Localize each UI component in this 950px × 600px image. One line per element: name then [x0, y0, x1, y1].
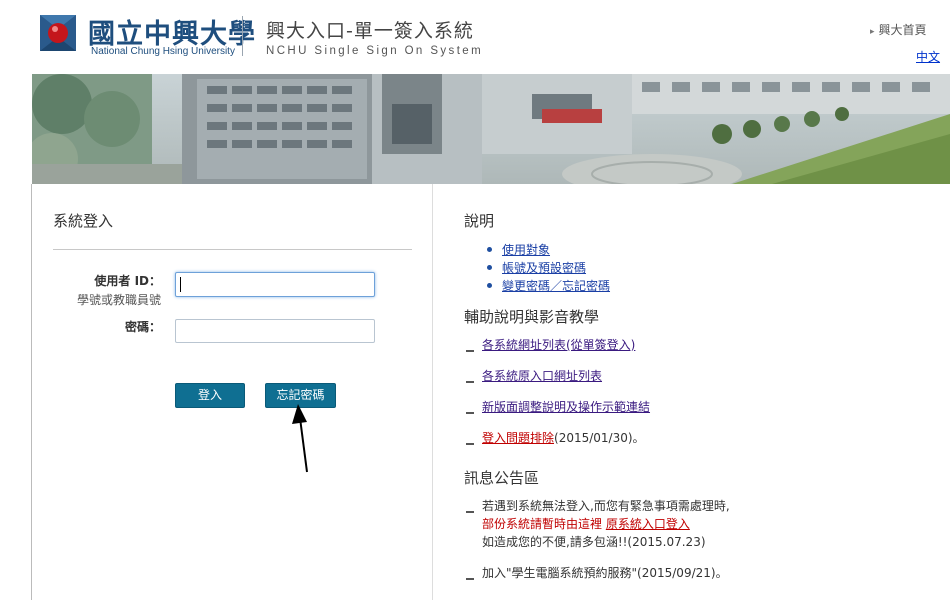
bullet-icon: [487, 265, 492, 270]
home-link-label: 興大首頁: [878, 23, 927, 37]
news-link-original-entry[interactable]: 原系統入口登入: [606, 517, 690, 531]
text-caret: [180, 277, 181, 292]
list-item: 變更密碼／忘記密碼: [487, 277, 610, 295]
list-item: 各系統原入口網址列表: [466, 367, 602, 385]
login-title-rule: [53, 249, 412, 250]
news-item-2: 加入"學生電腦系統預約服務"(2015/09/21)。: [482, 566, 728, 580]
password-label: 密碼：: [124, 320, 161, 334]
info-link-change-password[interactable]: 變更密碼／忘記密碼: [502, 279, 610, 293]
news-item-1-line-2: 部份系統請暫時由這裡 原系統入口登入: [482, 515, 690, 533]
arrow-up-icon: [292, 404, 308, 473]
university-emblem-icon: [40, 15, 76, 51]
list-item: 帳號及預設密碼: [487, 259, 610, 277]
help-link-troubleshooting[interactable]: 登入問題排除: [482, 431, 554, 445]
campus-banner: [32, 74, 950, 184]
list-item: 加入"學生電腦系統預約服務"(2015/09/21)。: [466, 564, 728, 582]
news-item-1-notice: 部份系統請暫時由這裡: [482, 517, 606, 531]
info-list: 使用對象 帳號及預設密碼 變更密碼／忘記密碼: [487, 241, 610, 295]
content-border-left: [31, 184, 32, 600]
info-link-default-password[interactable]: 帳號及預設密碼: [502, 261, 586, 275]
list-item: 各系統網址列表(從單簽登入): [466, 336, 635, 354]
bullet-icon: [487, 247, 492, 252]
list-item: 登入問題排除(2015/01/30)。: [466, 429, 645, 447]
dash-icon: [466, 443, 474, 445]
help-link-system-urls[interactable]: 各系統網址列表(從單簽登入): [482, 338, 635, 352]
help-link-original-urls[interactable]: 各系統原入口網址列表: [482, 369, 602, 383]
list-item: 新版面調整說明及操作示範連結: [466, 398, 650, 416]
help-troubleshooting-date: (2015/01/30)。: [554, 431, 645, 445]
system-title-cn: 興大入口-單一簽入系統: [266, 20, 474, 42]
dash-icon: [466, 511, 474, 513]
dash-icon: [466, 350, 474, 352]
list-item: 使用對象: [487, 241, 610, 259]
username-hint: 學號或教職員號: [76, 293, 161, 307]
page-header: 國立中興大學 National Chung Hsing University 興…: [0, 0, 950, 74]
content-column-divider: [432, 184, 433, 600]
login-title: 系統登入: [53, 212, 114, 230]
username-input[interactable]: [175, 272, 375, 297]
dash-icon: [466, 578, 474, 580]
header-divider: [242, 16, 243, 56]
bullet-icon: [487, 283, 492, 288]
news-heading: 訊息公告區: [464, 469, 540, 487]
news-item-1-line-3: 如造成您的不便,請多包涵!!(2015.07.23): [482, 535, 706, 549]
password-input[interactable]: [175, 319, 375, 343]
help-heading: 輔助說明與影音教學: [464, 308, 600, 326]
list-item: [466, 497, 482, 515]
info-heading: 說明: [464, 212, 495, 230]
university-name-en: National Chung Hsing University: [91, 46, 235, 57]
news-item-1-line-1: 若遇到系統無法登入,而您有緊急事項需處理時,: [482, 499, 730, 513]
login-button[interactable]: 登入: [175, 383, 245, 408]
system-title-en: NCHU Single Sign On System: [266, 45, 484, 57]
language-link[interactable]: 中文: [916, 48, 940, 65]
home-link[interactable]: ▸ 興大首頁: [870, 21, 927, 38]
dash-icon: [466, 412, 474, 414]
dash-icon: [466, 381, 474, 383]
help-link-new-layout[interactable]: 新版面調整說明及操作示範連結: [482, 400, 650, 414]
info-link-target-users[interactable]: 使用對象: [502, 243, 550, 257]
username-label: 使用者 ID：: [94, 274, 161, 288]
chevron-right-icon: ▸: [870, 27, 875, 37]
